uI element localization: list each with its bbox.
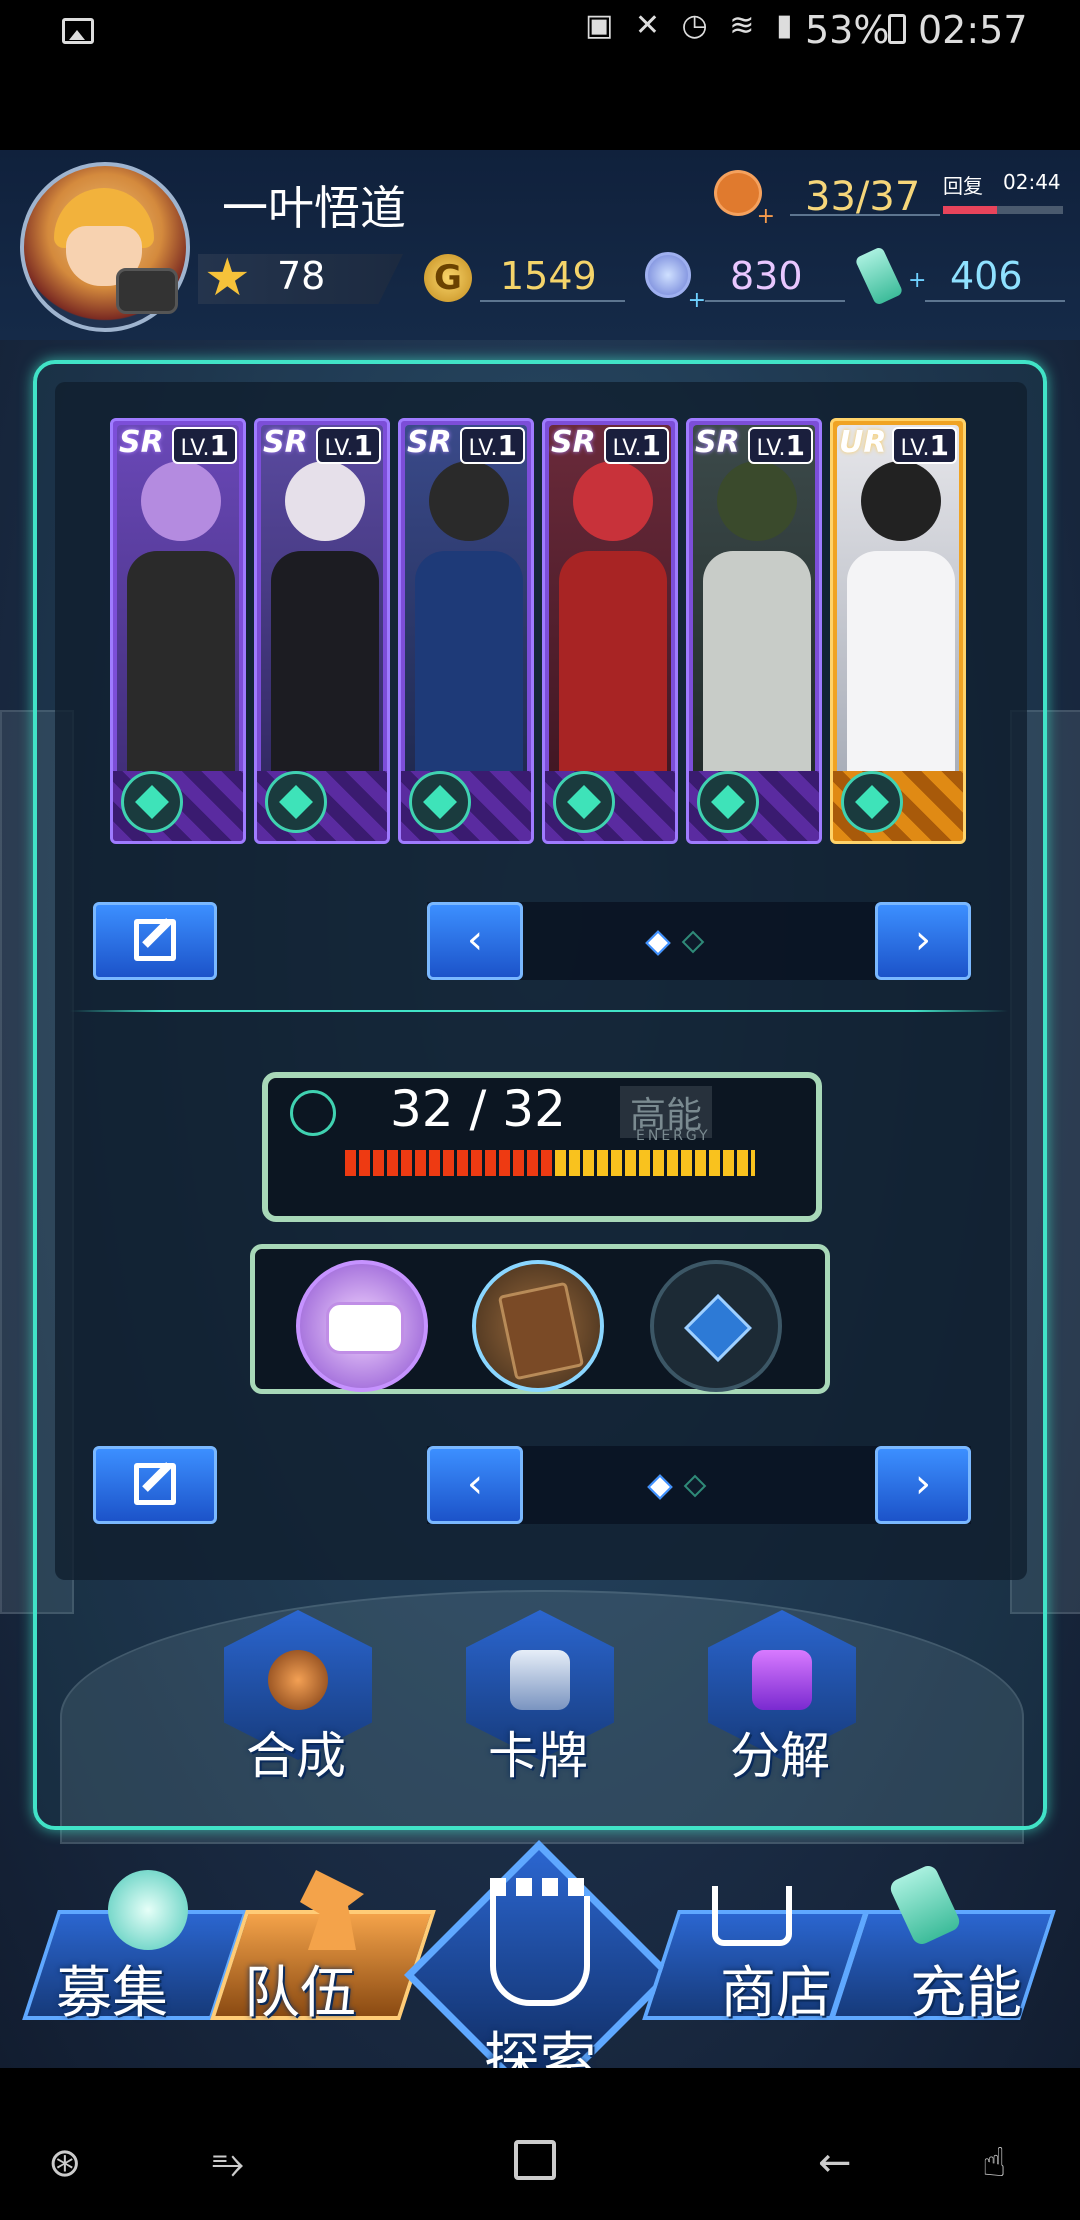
gallery-icon xyxy=(62,18,94,44)
energy-item-icon[interactable] xyxy=(854,246,904,306)
character-card-5[interactable]: SR LV.1 xyxy=(686,418,822,844)
status-icons: ▣ ✕ ◷ ≋ ▮ xyxy=(585,8,799,43)
class-icon xyxy=(121,771,183,833)
rarity-label: SR xyxy=(551,425,596,460)
nav-recruit-label: 募集 xyxy=(56,1961,168,2026)
nav-team-label: 队伍 xyxy=(244,1961,356,2026)
level-badge: LV.1 xyxy=(892,427,957,464)
energy-count: 32 / 32 xyxy=(390,1080,566,1138)
team-prev-button[interactable]: ‹ xyxy=(427,902,523,980)
player-level: 78 xyxy=(277,254,326,298)
gem-add-icon[interactable] xyxy=(645,252,706,313)
recover-label: 回复 xyxy=(943,174,983,198)
recover-progress-fill xyxy=(943,206,997,214)
edit-icon xyxy=(134,919,176,961)
rarity-label: SR xyxy=(407,425,452,460)
edit-icon xyxy=(134,1463,176,1505)
level-badge: LV.1 xyxy=(604,427,669,464)
equipment-pager: ‹ › xyxy=(427,1446,971,1524)
level-badge: LV.1 xyxy=(748,427,813,464)
nav-explore-label: 探索 xyxy=(484,2027,596,2068)
level-badge: LV.1 xyxy=(172,427,237,464)
nav-shop-label: 商店 xyxy=(720,1961,832,2026)
character-card-4[interactable]: SR LV.1 xyxy=(542,418,678,844)
home-button[interactable] xyxy=(514,2140,556,2180)
player-name: 一叶悟道 xyxy=(222,181,406,235)
rarity-label: SR xyxy=(119,425,164,460)
character-card-6[interactable]: UR LV.1 xyxy=(830,418,966,844)
rarity-label: SR xyxy=(695,425,740,460)
character-card-3[interactable]: SR LV.1 xyxy=(398,418,534,844)
lock-icon xyxy=(684,1294,752,1362)
game-tools-icon[interactable]: ⊛ xyxy=(48,2140,82,2186)
stamina-add-icon[interactable] xyxy=(714,170,775,229)
team-pager: ‹ › xyxy=(427,902,971,980)
edit-team-button[interactable] xyxy=(93,902,217,980)
battery-icon xyxy=(888,14,906,44)
page-dot xyxy=(683,1474,707,1498)
page-dot-active xyxy=(645,930,671,956)
equip-slot-locked[interactable] xyxy=(650,1260,782,1392)
energy-tag-sub: ENERGY xyxy=(636,1128,711,1144)
energy-add-icon[interactable]: + xyxy=(908,268,926,293)
cards-label: 卡牌 xyxy=(488,1727,588,1785)
synthesize-label: 合成 xyxy=(246,1727,346,1785)
character-card-1[interactable]: SR LV.1 xyxy=(110,418,246,844)
equipment-next-button[interactable]: › xyxy=(875,1446,971,1524)
decompose-label: 分解 xyxy=(730,1727,830,1785)
castle-icon xyxy=(490,1878,590,2006)
synthesize-icon xyxy=(268,1650,328,1710)
cart-icon xyxy=(712,1886,792,1946)
star-icon: ★ xyxy=(204,248,251,308)
class-icon xyxy=(697,771,759,833)
book-icon xyxy=(497,1281,585,1381)
clock: 02:57 xyxy=(918,8,1028,52)
rarity-label: UR xyxy=(839,425,887,460)
recover-timer: 02:44 xyxy=(1003,170,1061,194)
level-badge: LV.1 xyxy=(460,427,525,464)
cards-icon xyxy=(510,1650,570,1710)
class-icon xyxy=(265,771,327,833)
page-dot-active xyxy=(647,1474,673,1500)
class-icon xyxy=(409,771,471,833)
panel-divider xyxy=(70,1010,1008,1012)
page-dot xyxy=(681,930,705,954)
touch-lock-icon[interactable]: ☝ xyxy=(982,2140,1006,2186)
player-avatar[interactable] xyxy=(20,162,190,332)
battery-percent: 53% xyxy=(805,8,890,52)
status-bar: ▣ ✕ ◷ ≋ ▮ 53% 02:57 xyxy=(0,0,1080,150)
nav-recharge-label: 充能 xyxy=(910,1961,1022,2026)
energy-hex-icon xyxy=(290,1090,336,1136)
decompose-icon xyxy=(752,1650,812,1710)
edit-equipment-button[interactable] xyxy=(93,1446,217,1524)
class-icon xyxy=(553,771,615,833)
team-next-button[interactable]: › xyxy=(875,902,971,980)
back-button[interactable]: ← xyxy=(818,2140,852,2186)
equipment-prev-button[interactable]: ‹ xyxy=(427,1446,523,1524)
gold-coin-icon: G xyxy=(424,254,472,302)
class-icon xyxy=(841,771,903,833)
player-header: 一叶悟道 33/37 回复 02:44 ★ 78 G 1549 830 + 40… xyxy=(0,150,1080,340)
character-card-2[interactable]: SR LV.1 xyxy=(254,418,390,844)
equip-slot-console[interactable] xyxy=(296,1260,428,1392)
rarity-label: SR xyxy=(263,425,308,460)
recent-apps-button[interactable]: ⥱ xyxy=(212,2140,244,2186)
level-badge: LV.1 xyxy=(316,427,381,464)
equip-slot-book[interactable] xyxy=(472,1260,604,1392)
energy-bar-high xyxy=(555,1150,755,1176)
game-console-icon xyxy=(326,1302,404,1354)
recruit-icon xyxy=(108,1870,188,1950)
game-screen: 一叶悟道 33/37 回复 02:44 ★ 78 G 1549 830 + 40… xyxy=(0,150,1080,2068)
